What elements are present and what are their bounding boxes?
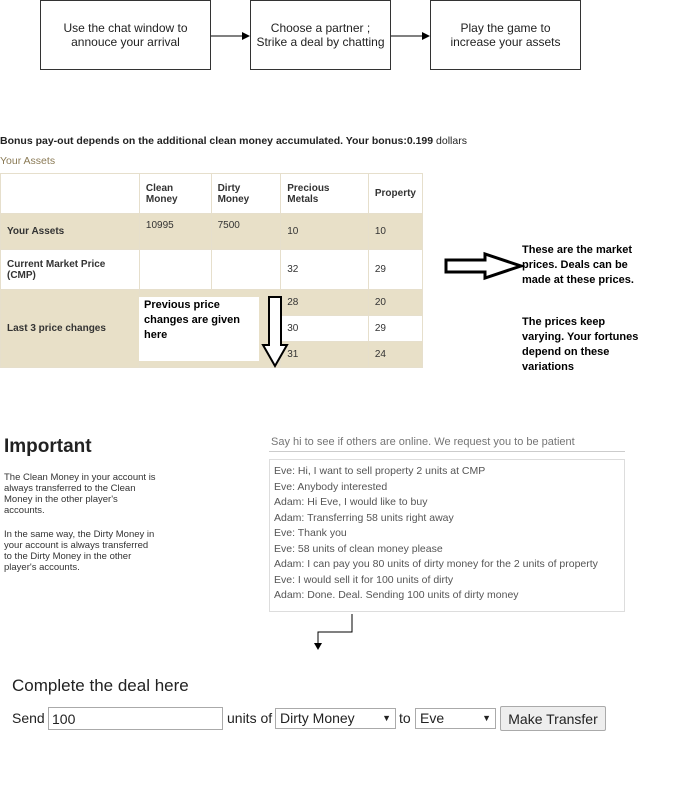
chat-message: Adam: Done. Deal. Sending 100 units of d… [274, 589, 519, 601]
price-variation-note: The prices keep varying. Your fortunes d… [522, 316, 639, 373]
market-price-note: These are the market prices. Deals can b… [522, 244, 634, 286]
chat-message: Adam: Transferring 58 units right away [274, 511, 454, 524]
amount-input[interactable] [48, 707, 223, 730]
chat-input[interactable] [269, 432, 625, 452]
elbow-arrow-icon [317, 614, 353, 646]
annotation-arrows [261, 251, 526, 650]
recipient-selected: Eve [420, 710, 445, 726]
recipient-select[interactable]: Eve ▼ [415, 708, 496, 729]
important-text-dirty: In the same way, the Dirty Money in your… [4, 529, 155, 573]
make-transfer-button[interactable]: Make Transfer [500, 706, 606, 731]
currency-selected: Dirty Money [280, 710, 355, 726]
deal-heading: Complete the deal here [12, 676, 189, 695]
dropdown-caret-icon: ▼ [482, 713, 491, 723]
important-heading: Important [4, 436, 92, 457]
chat-message: Eve: Anybody interested [274, 480, 388, 493]
to-label: to [399, 710, 411, 726]
chat-log[interactable]: Eve: Hi, I want to sell property 2 units… [269, 459, 625, 612]
chat-message: Eve: Hi, I want to sell property 2 units… [274, 465, 486, 477]
chat-message: Eve: Thank you [274, 527, 347, 539]
right-arrow-icon [444, 251, 526, 281]
chat-message: Eve: I would sell it for 100 units of di… [274, 573, 454, 586]
currency-select[interactable]: Dirty Money ▼ [275, 708, 396, 729]
chat-message: Adam: I can pay you 80 units of dirty mo… [274, 558, 598, 570]
important-text-clean: The Clean Money in your account is alway… [4, 472, 156, 516]
down-arrow-icon [261, 296, 289, 369]
dropdown-caret-icon: ▼ [382, 713, 391, 723]
chat-message: Eve: 58 units of clean money please [274, 542, 443, 555]
send-label: Send [12, 710, 45, 726]
chat-message: Adam: Hi Eve, I would like to buy [274, 496, 428, 508]
units-of-label: units of [227, 710, 273, 726]
